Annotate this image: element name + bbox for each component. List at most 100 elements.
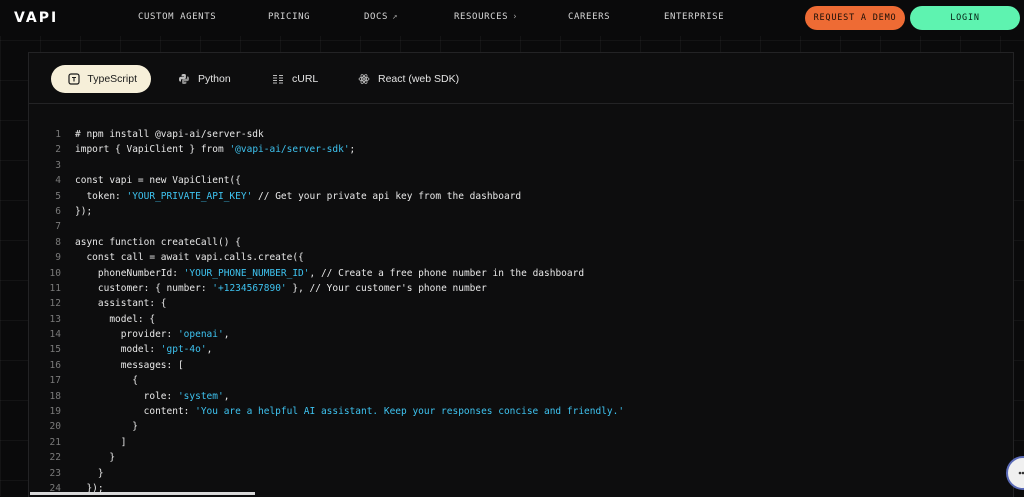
code-text: token: xyxy=(75,190,127,202)
line-number: 23 xyxy=(49,467,61,479)
code-line: 12 assistant: { xyxy=(43,296,624,311)
code-line: 5 token: 'YOUR_PRIVATE_API_KEY' // Get y… xyxy=(43,189,624,204)
line-number: 8 xyxy=(55,236,61,248)
curl-icon xyxy=(271,72,285,86)
code-string: 'YOUR_PRIVATE_API_KEY' xyxy=(126,190,253,202)
code-text: content: xyxy=(75,406,196,418)
code-text: }, // Your customer's phone number xyxy=(286,282,487,294)
code-text: messages: [ xyxy=(75,359,184,371)
nav-careers[interactable]: CAREERS xyxy=(568,12,610,22)
code-line: 13 model: { xyxy=(43,312,624,327)
code-text: assistant: { xyxy=(75,298,167,310)
line-number: 20 xyxy=(49,421,61,433)
code-text: ; xyxy=(349,144,356,156)
code-text: }); xyxy=(75,205,93,217)
line-number: 14 xyxy=(49,329,61,341)
code-string: '+1234567890' xyxy=(212,282,287,294)
line-number: 13 xyxy=(49,313,61,325)
code-text: ] xyxy=(75,436,127,448)
code-text: provider: xyxy=(75,329,178,341)
line-number: 4 xyxy=(55,175,61,187)
code-text: role: xyxy=(75,390,178,402)
code-line: 15 model: 'gpt-4o', xyxy=(43,342,624,357)
line-number: 21 xyxy=(49,436,61,448)
code-line: 8 async function createCall() { xyxy=(43,235,624,250)
code-text: } xyxy=(75,421,138,433)
chat-icon xyxy=(1018,471,1024,475)
line-number: 6 xyxy=(55,205,61,217)
code-string: '@vapi-ai/server-sdk' xyxy=(229,144,350,156)
code-text: // Get your private api key from the das… xyxy=(252,190,522,202)
code-text: , xyxy=(223,329,230,341)
top-nav: VAPI CUSTOM AGENTS PRICING DOCS ↗ RESOURC… xyxy=(0,0,1024,36)
code-line: 20 } xyxy=(43,419,624,434)
code-text: , xyxy=(223,390,230,402)
code-block[interactable]: 1 # npm install @vapi-ai/server-sdk 2 impor… xyxy=(43,127,625,496)
code-text: } xyxy=(75,452,116,464)
code-line: 17 { xyxy=(43,373,624,388)
line-number: 17 xyxy=(49,375,61,387)
tab-react[interactable]: React (web SDK) xyxy=(341,65,473,93)
code-string: 'gpt-4o' xyxy=(160,344,207,356)
vapi-logo[interactable]: VAPI xyxy=(14,10,58,26)
code-text: import { VapiClient } from xyxy=(75,144,230,156)
code-text: , xyxy=(206,344,213,356)
line-number: 5 xyxy=(55,190,61,202)
code-text: async function createCall() { xyxy=(75,236,241,248)
nav-custom-agents[interactable]: CUSTOM AGENTS xyxy=(138,12,216,22)
line-number: 15 xyxy=(49,344,61,356)
code-text: customer: { number: xyxy=(75,282,213,294)
code-line: 2 import { VapiClient } from '@vapi-ai/se… xyxy=(43,142,624,157)
code-text: phoneNumberId: xyxy=(75,267,184,279)
line-number: 9 xyxy=(55,252,61,264)
chevron-right-icon: › xyxy=(512,12,519,22)
line-number: 12 xyxy=(49,298,61,310)
language-tabs: TypeScript Python cURL React (web SDK) xyxy=(29,53,1013,104)
code-line: 11 customer: { number: '+1234567890' }, … xyxy=(43,281,624,296)
line-number: 18 xyxy=(49,390,61,402)
python-icon xyxy=(177,72,191,86)
line-number: 10 xyxy=(49,267,61,279)
typescript-icon xyxy=(67,72,80,86)
code-string: 'YOUR_PHONE_NUMBER_ID' xyxy=(183,267,310,279)
code-line: 1 # npm install @vapi-ai/server-sdk xyxy=(43,127,624,142)
code-text: # npm install @vapi-ai/server-sdk xyxy=(75,129,264,140)
code-line: 10 phoneNumberId: 'YOUR_PHONE_NUMBER_ID'… xyxy=(43,266,624,281)
line-number: 7 xyxy=(55,221,61,233)
code-text: , // Create a free phone number in the d… xyxy=(309,267,585,279)
tab-curl[interactable]: cURL xyxy=(255,65,332,93)
line-number: 16 xyxy=(49,359,61,371)
tab-typescript[interactable]: TypeScript xyxy=(51,65,151,93)
code-panel: TypeScript Python cURL React (web SDK) 1… xyxy=(28,52,1014,497)
code-string: 'system' xyxy=(177,390,224,402)
external-link-icon: ↗ xyxy=(392,12,399,22)
login-button[interactable]: LOGIN xyxy=(910,6,1020,30)
line-number: 19 xyxy=(49,406,61,418)
line-number: 1 xyxy=(55,129,61,140)
code-line: 7 xyxy=(43,219,624,234)
code-text: const vapi = new VapiClient({ xyxy=(75,175,241,187)
code-string: 'You are a helpful AI assistant. Keep yo… xyxy=(195,406,625,418)
code-line: 4 const vapi = new VapiClient({ xyxy=(43,173,624,188)
code-line: 23 } xyxy=(43,466,624,481)
nav-resources[interactable]: RESOURCES › xyxy=(454,12,518,22)
code-line: 22 } xyxy=(43,450,624,465)
code-line: 21 ] xyxy=(43,435,624,450)
line-number: 22 xyxy=(49,452,61,464)
code-text: model: { xyxy=(75,313,156,325)
code-text: model: xyxy=(75,344,161,356)
nav-enterprise[interactable]: ENTERPRISE xyxy=(664,12,724,22)
request-demo-button[interactable]: REQUEST A DEMO xyxy=(805,6,905,30)
code-text: const call = await vapi.calls.create({ xyxy=(75,252,304,264)
horizontal-scrollbar[interactable] xyxy=(30,492,255,495)
nav-docs[interactable]: DOCS ↗ xyxy=(364,12,398,22)
nav-pricing[interactable]: PRICING xyxy=(268,12,310,22)
line-number: 11 xyxy=(49,282,61,294)
tab-python[interactable]: Python xyxy=(161,65,245,93)
line-number: 3 xyxy=(55,159,61,171)
code-line: 9 const call = await vapi.calls.create({ xyxy=(43,250,624,265)
code-string: 'openai' xyxy=(177,329,224,341)
line-number: 2 xyxy=(55,144,61,156)
code-line: 14 provider: 'openai', xyxy=(43,327,624,342)
code-line: 3 xyxy=(43,158,624,173)
